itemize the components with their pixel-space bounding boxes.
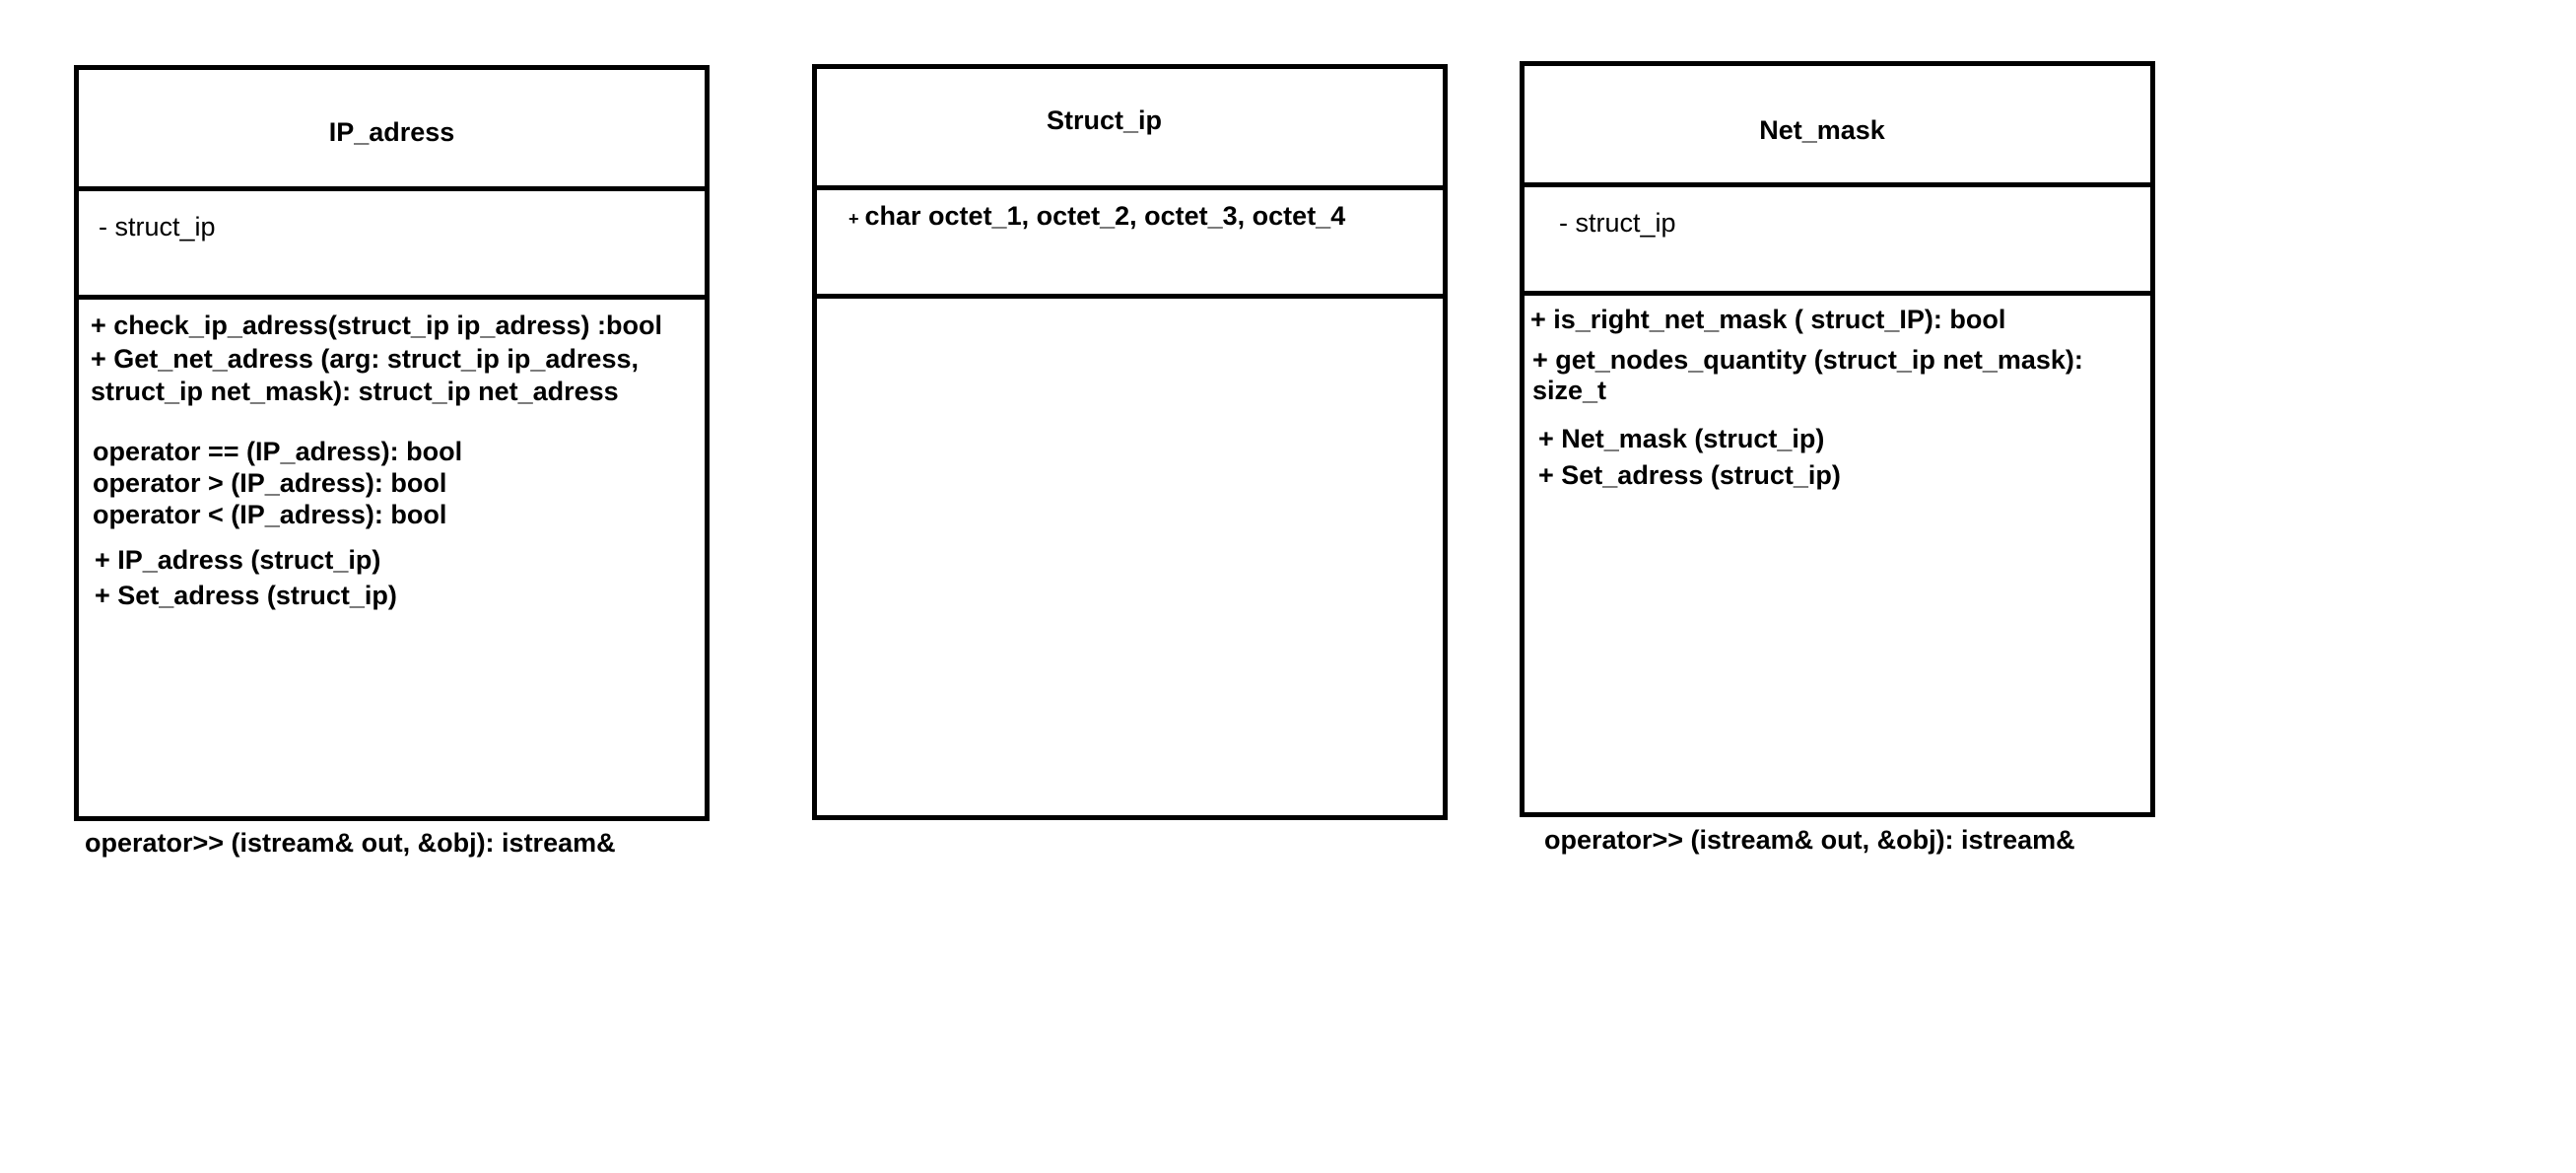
operator-equal: operator == (IP_adress): bool: [93, 437, 463, 466]
class-net-mask-attribute: - struct_ip: [1559, 208, 1676, 238]
class-ip-adress-attributes-compartment: - struct_ip: [79, 191, 705, 300]
struct-ip-octets-text: char octet_1, octet_2, octet_3, octet_4: [864, 201, 1346, 231]
class-ip-adress-name-compartment: IP_adress: [79, 70, 705, 191]
class-ip-adress-title: IP_adress: [328, 117, 455, 147]
class-net-mask-attributes-compartment: - struct_ip: [1525, 187, 2150, 296]
ip-adress-operator-extraction: operator>> (istream& out, &obj): istream…: [85, 828, 616, 858]
method-set-adress: + Set_adress (struct_ip): [1538, 460, 1841, 490]
class-struct-ip-name-compartment: Struct_ip: [817, 69, 1443, 190]
class-net-mask-methods-compartment: + is_right_net_mask ( struct_IP): bool +…: [1525, 296, 2150, 812]
method-get-nodes-quantity-continued: size_t: [1532, 376, 1607, 405]
method-is-right-net-mask: + is_right_net_mask ( struct_IP): bool: [1530, 305, 2006, 334]
public-marker: +: [848, 209, 859, 229]
operator-greater: operator > (IP_adress): bool: [93, 468, 447, 498]
class-ip-adress[interactable]: IP_adress - struct_ip + check_ip_adress(…: [74, 65, 710, 821]
struct-ip-octets-attribute: + char octet_1, octet_2, octet_3, octet_4: [848, 200, 1345, 235]
constructor-ip-adress: + IP_adress (struct_ip): [95, 545, 381, 575]
method-get-net-adress-continued: struct_ip net_mask): struct_ip net_adres…: [91, 377, 619, 406]
class-struct-ip[interactable]: Struct_ip + char octet_1, octet_2, octet_…: [812, 64, 1448, 820]
net-mask-operator-extraction: operator>> (istream& out, &obj): istream…: [1544, 825, 2075, 855]
class-net-mask-name-compartment: Net_mask: [1525, 66, 2150, 187]
class-struct-ip-attributes-compartment: + char octet_1, octet_2, octet_3, octet_4: [817, 190, 1443, 299]
method-check-ip-adress: + check_ip_adress(struct_ip ip_adress) :…: [91, 310, 662, 340]
operator-less: operator < (IP_adress): bool: [93, 500, 447, 529]
class-struct-ip-methods-compartment: [817, 299, 1443, 815]
constructor-net-mask: + Net_mask (struct_ip): [1538, 424, 1825, 453]
class-net-mask[interactable]: Net_mask - struct_ip + is_right_net_mask…: [1520, 61, 2155, 817]
method-set-adress: + Set_adress (struct_ip): [95, 581, 397, 610]
class-net-mask-title: Net_mask: [1759, 115, 1885, 145]
class-struct-ip-title: Struct_ip: [1046, 105, 1163, 135]
class-ip-adress-attribute: - struct_ip: [99, 212, 216, 242]
class-ip-adress-methods-compartment: + check_ip_adress(struct_ip ip_adress) :…: [79, 300, 705, 816]
method-get-net-adress: + Get_net_adress (arg: struct_ip ip_adre…: [91, 344, 639, 374]
method-get-nodes-quantity: + get_nodes_quantity (struct_ip net_mask…: [1532, 345, 2083, 375]
